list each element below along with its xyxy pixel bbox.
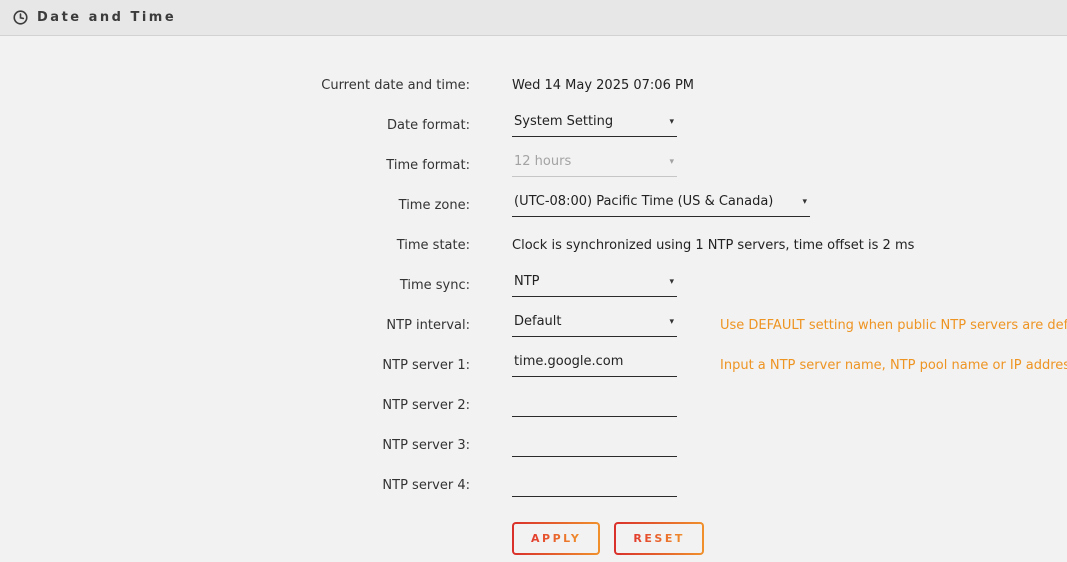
ntp-interval-label: NTP interval: <box>0 318 470 333</box>
ntp-server-2-label: NTP server 2: <box>0 398 470 413</box>
time-zone-label: Time zone: <box>0 198 470 213</box>
ntp-interval-value: Default <box>514 314 562 329</box>
chevron-down-icon: ▾ <box>669 316 674 329</box>
ntp-server-2-row: NTP server 2: <box>0 385 1067 425</box>
time-format-select: 12 hours ▾ <box>512 154 677 177</box>
ntp-server-4-row: NTP server 4: <box>0 465 1067 505</box>
time-zone-value: (UTC-08:00) Pacific Time (US & Canada) <box>514 194 773 209</box>
ntp-server-3-row: NTP server 3: <box>0 425 1067 465</box>
reset-button-label: RESET <box>633 532 684 545</box>
date-format-row: Date format: System Setting ▾ <box>0 105 1067 145</box>
clock-icon <box>13 10 28 25</box>
chevron-down-icon: ▾ <box>802 196 807 209</box>
date-format-select[interactable]: System Setting ▾ <box>512 114 677 137</box>
time-format-label: Time format: <box>0 158 470 173</box>
ntp-interval-select[interactable]: Default ▾ <box>512 314 677 337</box>
chevron-down-icon: ▾ <box>669 156 674 169</box>
ntp-server-3-label: NTP server 3: <box>0 438 470 453</box>
time-format-value: 12 hours <box>514 154 571 169</box>
ntp-server-4-input[interactable] <box>512 474 677 497</box>
ntp-server-1-hint: Input a NTP server name, NTP pool name o… <box>720 358 1067 373</box>
page-header: Date and Time <box>0 0 1067 36</box>
ntp-server-3-input[interactable] <box>512 434 677 457</box>
date-format-value: System Setting <box>514 114 613 129</box>
time-sync-select[interactable]: NTP ▾ <box>512 274 677 297</box>
date-format-label: Date format: <box>0 118 470 133</box>
current-date-time-row: Current date and time: Wed 14 May 2025 0… <box>0 65 1067 105</box>
chevron-down-icon: ▾ <box>669 276 674 289</box>
apply-button[interactable]: APPLY <box>512 522 600 555</box>
ntp-server-1-input[interactable] <box>512 354 677 377</box>
ntp-server-4-label: NTP server 4: <box>0 478 470 493</box>
time-zone-row: Time zone: (UTC-08:00) Pacific Time (US … <box>0 185 1067 225</box>
time-sync-row: Time sync: NTP ▾ <box>0 265 1067 305</box>
current-date-time-value: Wed 14 May 2025 07:06 PM <box>512 78 694 93</box>
time-zone-select[interactable]: (UTC-08:00) Pacific Time (US & Canada) ▾ <box>512 194 810 217</box>
ntp-server-1-row: NTP server 1: Input a NTP server name, N… <box>0 345 1067 385</box>
ntp-server-2-input[interactable] <box>512 394 677 417</box>
chevron-down-icon: ▾ <box>669 116 674 129</box>
time-format-row: Time format: 12 hours ▾ <box>0 145 1067 185</box>
reset-button[interactable]: RESET <box>614 522 703 555</box>
apply-button-label: APPLY <box>531 532 581 545</box>
time-sync-label: Time sync: <box>0 278 470 293</box>
ntp-interval-row: NTP interval: Default ▾ Use DEFAULT sett… <box>0 305 1067 345</box>
date-time-form: Current date and time: Wed 14 May 2025 0… <box>0 36 1067 555</box>
time-sync-value: NTP <box>514 274 540 289</box>
ntp-server-1-label: NTP server 1: <box>0 358 470 373</box>
current-date-time-label: Current date and time: <box>0 78 470 93</box>
time-state-row: Time state: Clock is synchronized using … <box>0 225 1067 265</box>
ntp-interval-hint: Use DEFAULT setting when public NTP serv… <box>720 318 1067 333</box>
time-state-value: Clock is synchronized using 1 NTP server… <box>512 238 914 253</box>
page-title: Date and Time <box>37 10 176 25</box>
time-state-label: Time state: <box>0 238 470 253</box>
form-actions: APPLY RESET <box>512 522 1067 555</box>
